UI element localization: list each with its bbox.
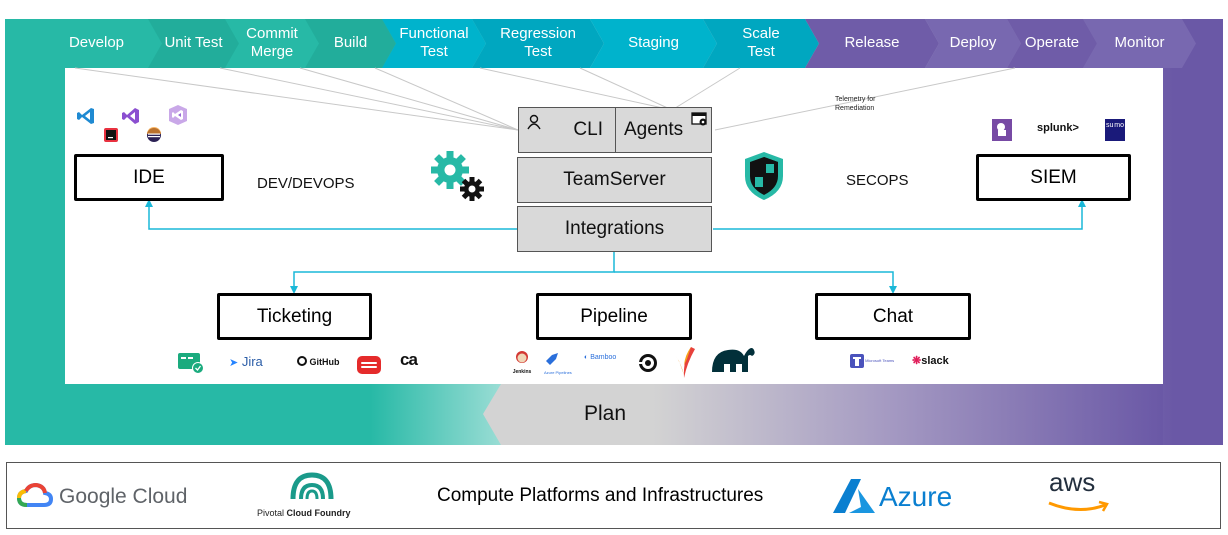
- fan-line: [671, 67, 741, 111]
- connector-siem: [713, 205, 1083, 230]
- connector-layer: [74, 67, 1086, 294]
- integrations-box[interactable]: Integrations: [517, 206, 712, 252]
- chat-label: Chat: [872, 305, 914, 327]
- google-cloud-label: Google Cloud: [59, 485, 188, 508]
- github-logo: GitHub: [297, 356, 340, 367]
- connector-chat: [614, 271, 894, 290]
- pivotal-cf-icon: [290, 472, 334, 500]
- jenkins-logo: Jenkins: [505, 350, 539, 375]
- devops-label: DEV/DEVOPS: [257, 175, 355, 192]
- ticketing-label: Ticketing: [256, 305, 333, 327]
- azure-pipelines-icon: [546, 353, 558, 365]
- connector-ticketing: [293, 252, 615, 290]
- fan-line: [374, 67, 519, 131]
- pipeline-label: Pipeline: [580, 305, 648, 327]
- fan-line: [74, 67, 519, 131]
- teamserver-label: TeamServer: [563, 169, 666, 190]
- github-icon: [297, 356, 307, 366]
- aws-smile-icon: [1048, 500, 1109, 512]
- jenkins-icon: [516, 351, 528, 363]
- compute-platforms-panel: Google Cloud Pivotal Cloud Foundry Compu…: [6, 462, 1221, 529]
- agent-window-gear-icon: [691, 112, 707, 126]
- google-cloud-icon: [17, 483, 53, 507]
- microsoft-teams-logo: Microsoft Teams: [850, 353, 894, 369]
- azure-boards-icon: [178, 353, 204, 374]
- slack-logo: ❋slack: [912, 355, 949, 367]
- datadog-icon: [992, 119, 1012, 141]
- bamboo-icon: ◐: [584, 354, 589, 361]
- pivotal-cf-label: Pivotal Cloud Foundry: [257, 508, 351, 518]
- azure-label: Azure: [879, 481, 953, 512]
- ca-technologies-logo: ca: [400, 350, 418, 369]
- agents-label: Agents: [624, 119, 684, 140]
- jira-logo: ➤ Jira: [229, 354, 263, 369]
- secops-label: SECOPS: [846, 172, 909, 189]
- jira-icon: ➤: [229, 357, 239, 369]
- fan-line: [299, 67, 519, 131]
- visual-studio-icon: [122, 108, 139, 124]
- teamserver-box[interactable]: TeamServer: [517, 157, 712, 203]
- ide-box[interactable]: IDE: [74, 154, 224, 201]
- apache-maven-icon: [675, 347, 695, 378]
- ticketing-box[interactable]: Ticketing: [217, 293, 372, 340]
- visual-studio-alt-icon: [169, 105, 187, 125]
- gears-icon: [431, 151, 484, 201]
- agents-box[interactable]: Agents: [615, 107, 712, 153]
- plan-label: Plan: [584, 402, 627, 425]
- redhat-icon: [357, 356, 381, 374]
- intellij-icon: [104, 128, 118, 142]
- user-icon: [527, 114, 541, 130]
- small-gear: [460, 177, 484, 201]
- cli-label: CLI: [573, 119, 603, 140]
- gradle-elephant-icon: [712, 348, 755, 372]
- telemetry-label: Telemetry for Remediation: [835, 96, 876, 112]
- fan-line: [219, 67, 519, 131]
- splunk-logo: splunk>: [1037, 122, 1079, 134]
- integrations-label: Integrations: [564, 218, 665, 239]
- platforms-title: Compute Platforms and Infrastructures: [437, 485, 764, 506]
- ide-label: IDE: [133, 166, 165, 188]
- chat-box[interactable]: Chat: [815, 293, 971, 340]
- azure-pipelines-logo: Azure Pipelines: [544, 351, 584, 375]
- cli-box[interactable]: CLI: [518, 107, 616, 153]
- siem-label: SIEM: [1030, 166, 1077, 188]
- circleci-icon: [638, 354, 657, 372]
- fan-line: [479, 67, 673, 111]
- siem-box[interactable]: SIEM: [976, 154, 1131, 201]
- fan-line: [579, 67, 673, 111]
- sumo-logic-icon: su mo: [1105, 119, 1125, 141]
- connector-ide: [148, 205, 517, 230]
- pipeline-box[interactable]: Pipeline: [536, 293, 692, 340]
- shield-icon: [745, 152, 783, 200]
- bamboo-logo: ◐ Bamboo: [584, 354, 617, 361]
- slack-icon: ❋: [912, 355, 922, 367]
- eclipse-icon: [147, 127, 161, 142]
- aws-label: aws: [1049, 467, 1096, 497]
- azure-icon: [833, 479, 875, 513]
- teams-icon: [850, 354, 864, 368]
- vscode-icon: [77, 108, 94, 124]
